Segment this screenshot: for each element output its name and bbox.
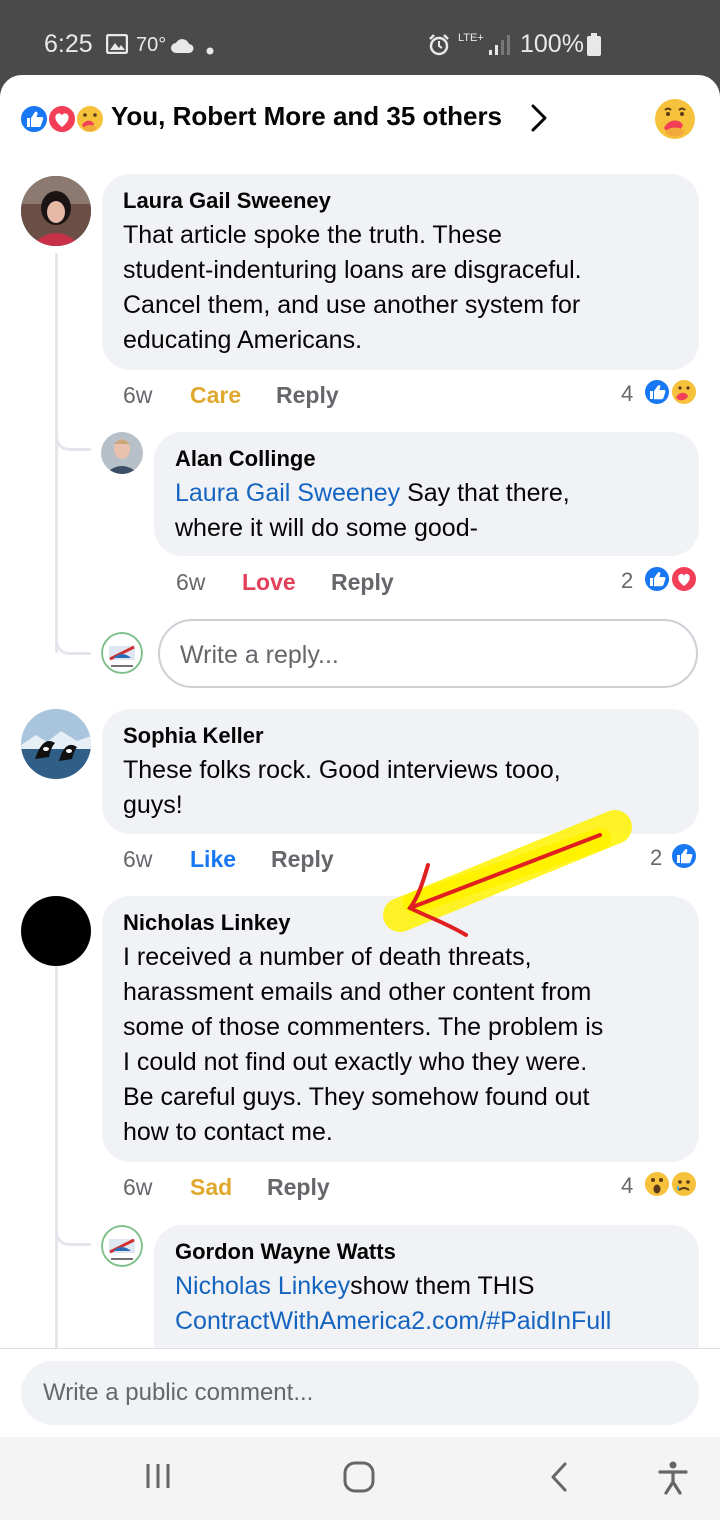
comment-composer: Write a public comment...: [0, 1348, 720, 1440]
like-icon: [643, 565, 671, 593]
dot-icon: [206, 42, 214, 60]
accessibility-icon[interactable]: [658, 1461, 688, 1500]
reply-actions: 6w Love Reply: [176, 569, 476, 599]
reply-button[interactable]: Reply: [331, 569, 394, 596]
thread-connector: [55, 405, 91, 451]
avatar[interactable]: [101, 1225, 143, 1267]
mention-link[interactable]: Laura Gail Sweeney: [175, 479, 400, 507]
reply-button[interactable]: Reply: [271, 846, 334, 873]
comment-age: 6w: [123, 1174, 153, 1200]
external-link[interactable]: ContractWithAmerica2.com/#PaidInFull: [175, 1307, 611, 1335]
recent-apps-icon[interactable]: [145, 1461, 171, 1496]
mention-link[interactable]: Nicholas Linkey: [175, 1272, 350, 1300]
comments-sheet: You, Robert More and 35 others Laura Gai…: [0, 75, 720, 1520]
navigation-bar: [0, 1437, 720, 1520]
gallery-icon: [105, 33, 129, 59]
reply-input[interactable]: Write a reply...: [158, 619, 698, 688]
reactions-summary[interactable]: You, Robert More and 35 others: [111, 101, 502, 132]
love-icon: [47, 104, 77, 134]
avatar[interactable]: [21, 176, 91, 246]
comment-actions: 6w Like Reply: [123, 846, 423, 876]
reaction-icons[interactable]: [642, 1169, 700, 1204]
like-button[interactable]: Like: [190, 846, 236, 873]
comment-actions: 6w Sad Reply: [123, 1174, 423, 1204]
thread-line: [55, 965, 58, 1355]
reaction-count: 2: [621, 568, 634, 593]
avatar[interactable]: [21, 896, 91, 966]
reply-bubble: Alan Collinge Laura Gail Sweeney Say tha…: [154, 432, 699, 556]
reaction-icons: [18, 103, 110, 135]
temperature: 70°: [136, 34, 167, 56]
comment-bubble: Laura Gail Sweeney That article spoke th…: [102, 174, 699, 370]
avatar[interactable]: [21, 709, 91, 779]
care-icon: [670, 378, 698, 406]
reaction-icons[interactable]: [642, 377, 700, 412]
reply-text: Laura Gail Sweeney Say that there, where…: [175, 479, 570, 542]
love-icon: [670, 565, 698, 593]
care-icon: [75, 104, 105, 134]
thread-connector: [55, 1200, 91, 1246]
care-button[interactable]: Care: [190, 382, 241, 409]
alarm-icon: [428, 34, 450, 61]
reply-age: 6w: [176, 569, 206, 595]
sad-button[interactable]: Sad: [190, 1174, 232, 1201]
love-button[interactable]: Love: [242, 569, 296, 596]
comment-actions: 6w Care Reply: [123, 382, 423, 412]
comment-input[interactable]: Write a public comment...: [21, 1361, 699, 1425]
care-reaction-button[interactable]: [653, 97, 697, 146]
clock: 6:25: [44, 30, 93, 58]
battery-level: 100%: [520, 30, 584, 58]
chevron-right-icon[interactable]: [528, 103, 550, 138]
reply-author[interactable]: Alan Collinge: [175, 446, 677, 472]
comment-age: 6w: [123, 846, 153, 872]
back-icon[interactable]: [548, 1461, 570, 1498]
like-icon: [643, 378, 671, 406]
annotation-arrow: [383, 810, 632, 937]
comment-text: That article spoke the truth. These stud…: [123, 221, 582, 354]
home-icon[interactable]: [343, 1461, 375, 1498]
wow-icon: [643, 1170, 671, 1198]
reaction-count: 2: [650, 845, 663, 870]
avatar[interactable]: [101, 432, 143, 474]
cloud-icon: [170, 38, 194, 59]
thread-connector: [55, 615, 91, 655]
comment-author[interactable]: Sophia Keller: [123, 723, 677, 749]
reactions-header[interactable]: You, Robert More and 35 others: [0, 75, 720, 161]
like-icon[interactable]: [669, 841, 699, 876]
comment-text: I received a number of death threats, ha…: [123, 943, 604, 1146]
reaction-count: 4: [621, 1173, 634, 1198]
comment-author[interactable]: Laura Gail Sweeney: [123, 188, 677, 214]
comment-age: 6w: [123, 382, 153, 408]
sad-icon: [670, 1170, 698, 1198]
avatar: [101, 632, 143, 674]
reply-text: Nicholas Linkeyshow them THIS ContractWit…: [175, 1272, 612, 1335]
reply-button[interactable]: Reply: [267, 1174, 330, 1201]
reply-author[interactable]: Gordon Wayne Watts: [175, 1239, 677, 1265]
like-icon: [19, 104, 49, 134]
reaction-icons[interactable]: [642, 564, 700, 599]
thread-line: [55, 253, 58, 653]
battery-icon: [586, 33, 602, 62]
reaction-count: 4: [621, 381, 634, 406]
network-type: LTE+: [458, 32, 484, 44]
signal-icon: [488, 34, 512, 61]
reply-button[interactable]: Reply: [276, 382, 339, 409]
